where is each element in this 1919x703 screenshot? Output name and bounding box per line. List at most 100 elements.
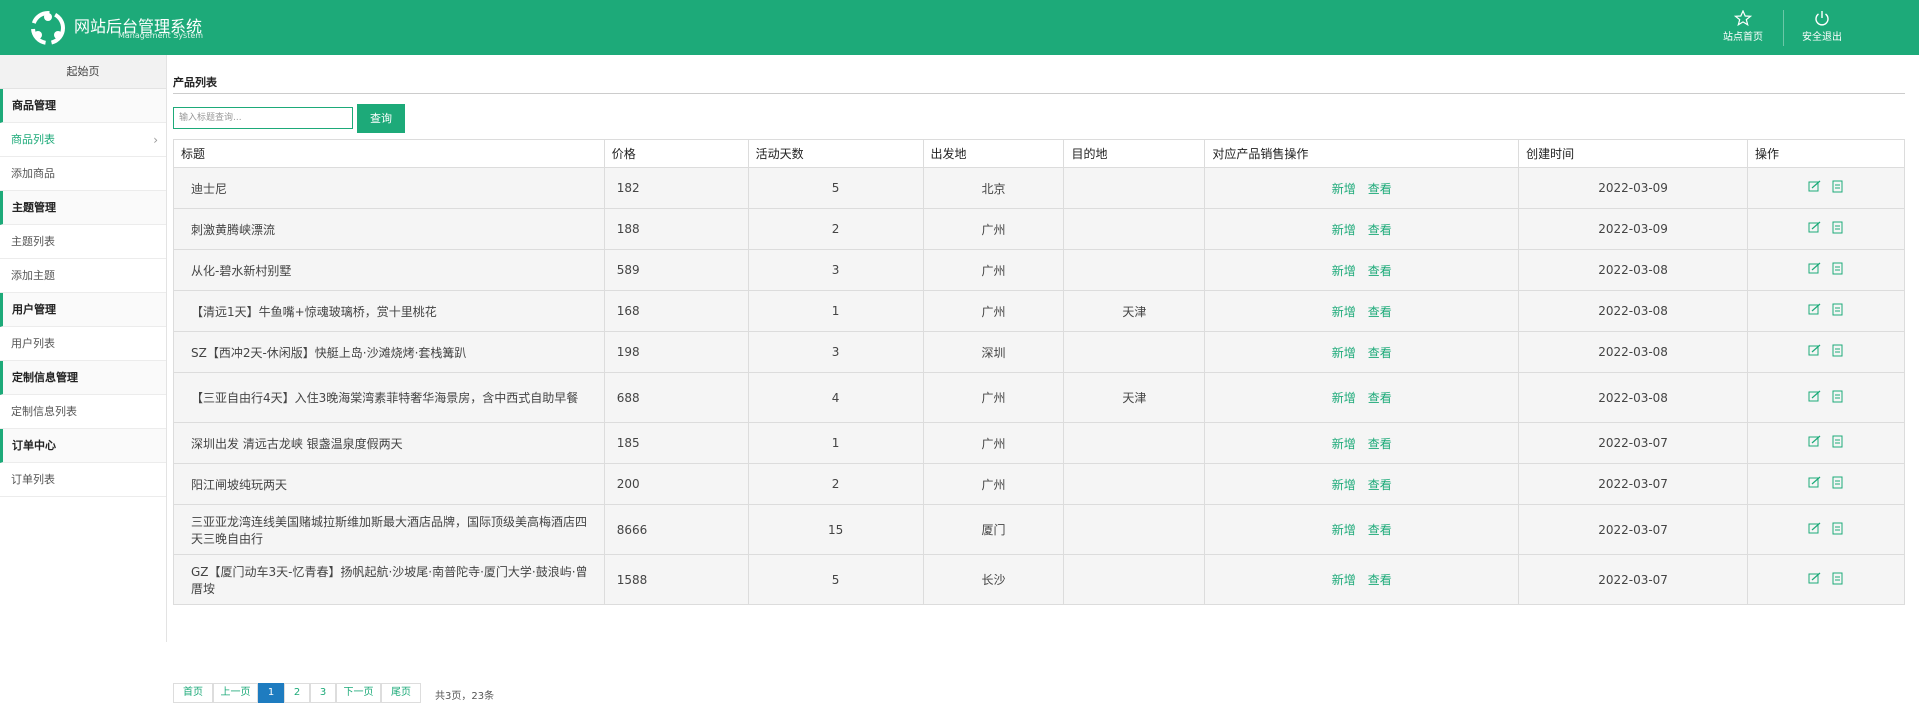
cell-sales-actions: 新增 查看 <box>1204 208 1520 250</box>
view-sale-link[interactable]: 查看 <box>1368 182 1392 196</box>
add-sale-link[interactable]: 新增 <box>1332 346 1356 360</box>
last-page-button[interactable]: 尾页 <box>381 683 421 703</box>
delete-icon[interactable] <box>1831 572 1844 588</box>
delete-icon[interactable] <box>1831 344 1844 360</box>
sidebar-item-user-list[interactable]: 用户列表 <box>0 327 166 361</box>
delete-icon[interactable] <box>1831 522 1844 538</box>
page-button[interactable]: 2 <box>284 683 310 703</box>
page-button[interactable]: 1 <box>258 683 284 703</box>
sidebar-item-add-theme[interactable]: 添加主题 <box>0 259 166 293</box>
top-header: 网站后台管理系统 Management System 站点首页 安全退出 <box>0 0 1919 55</box>
view-sale-link[interactable]: 查看 <box>1368 523 1392 537</box>
table-row: 从化-碧水新村别墅 589 3 广州 新增 查看 2022-03-08 <box>173 249 1905 291</box>
cell-days: 2 <box>747 463 924 505</box>
edit-icon[interactable] <box>1808 572 1821 588</box>
cell-sales-actions: 新增 查看 <box>1204 290 1520 332</box>
sidebar-group-users[interactable]: 用户管理 <box>0 293 166 327</box>
cell-destination <box>1063 504 1206 555</box>
search-button[interactable]: 查询 <box>357 104 405 133</box>
delete-icon[interactable] <box>1831 303 1844 319</box>
add-sale-link[interactable]: 新增 <box>1332 437 1356 451</box>
next-page-button[interactable]: 下一页 <box>336 683 381 703</box>
cell-sales-actions: 新增 查看 <box>1204 167 1520 209</box>
add-sale-link[interactable]: 新增 <box>1332 391 1356 405</box>
first-page-button[interactable]: 首页 <box>173 683 213 703</box>
sidebar-item-theme-list[interactable]: 主题列表 <box>0 225 166 259</box>
cell-destination: 天津 <box>1063 372 1206 423</box>
add-sale-link[interactable]: 新增 <box>1332 573 1356 587</box>
add-sale-link[interactable]: 新增 <box>1332 223 1356 237</box>
edit-icon[interactable] <box>1808 180 1821 196</box>
edit-icon[interactable] <box>1808 390 1821 406</box>
view-sale-link[interactable]: 查看 <box>1368 264 1392 278</box>
sidebar-item-product-list[interactable]: 商品列表 › <box>0 123 166 157</box>
delete-icon[interactable] <box>1831 180 1844 196</box>
cell-actions <box>1747 249 1905 291</box>
cell-departure: 广州 <box>922 290 1065 332</box>
column-header: 创建时间 <box>1518 139 1749 168</box>
add-sale-link[interactable]: 新增 <box>1332 182 1356 196</box>
cell-days: 15 <box>747 504 924 555</box>
view-sale-link[interactable]: 查看 <box>1368 478 1392 492</box>
cell-created: 2022-03-08 <box>1518 372 1749 423</box>
header-divider <box>1783 10 1784 46</box>
view-sale-link[interactable]: 查看 <box>1368 437 1392 451</box>
view-sale-link[interactable]: 查看 <box>1368 305 1392 319</box>
edit-icon[interactable] <box>1808 435 1821 451</box>
delete-icon[interactable] <box>1831 390 1844 406</box>
page-title: 产品列表 <box>173 76 217 89</box>
sidebar-group-custom-info[interactable]: 定制信息管理 <box>0 361 166 395</box>
delete-icon[interactable] <box>1831 476 1844 492</box>
cell-price: 8666 <box>603 504 749 555</box>
edit-icon[interactable] <box>1808 221 1821 237</box>
edit-icon[interactable] <box>1808 522 1821 538</box>
sidebar: 起始页 商品管理 商品列表 › 添加商品 主题管理 主题列表 添加主题 用户管理… <box>0 55 167 642</box>
add-sale-link[interactable]: 新增 <box>1332 478 1356 492</box>
delete-icon[interactable] <box>1831 435 1844 451</box>
cell-price: 188 <box>603 208 749 250</box>
edit-icon[interactable] <box>1808 344 1821 360</box>
delete-icon[interactable] <box>1831 221 1844 237</box>
cell-days: 3 <box>747 331 924 373</box>
page-button[interactable]: 3 <box>310 683 336 703</box>
edit-icon[interactable] <box>1808 476 1821 492</box>
table-row: 刺激黄腾峡漂流 188 2 广州 新增 查看 2022-03-09 <box>173 208 1905 250</box>
view-sale-link[interactable]: 查看 <box>1368 346 1392 360</box>
sidebar-group-themes[interactable]: 主题管理 <box>0 191 166 225</box>
add-sale-link[interactable]: 新增 <box>1332 305 1356 319</box>
view-sale-link[interactable]: 查看 <box>1368 223 1392 237</box>
column-header: 操作 <box>1747 139 1905 168</box>
table-row: SZ【西冲2天-休闲版】快艇上岛·沙滩烧烤·套栈篝趴 198 3 深圳 新增 查看 2022… <box>173 331 1905 373</box>
search-input[interactable]: 输入标题查询... <box>173 107 353 129</box>
cell-departure: 广州 <box>922 372 1065 423</box>
site-home-button[interactable]: 站点首页 <box>1708 10 1778 46</box>
view-sale-link[interactable]: 查看 <box>1368 573 1392 587</box>
cell-days: 1 <box>747 290 924 332</box>
cell-created: 2022-03-09 <box>1518 167 1749 209</box>
column-header: 价格 <box>603 139 749 168</box>
title-divider <box>173 93 1905 94</box>
sidebar-home[interactable]: 起始页 <box>0 55 166 89</box>
edit-icon[interactable] <box>1808 262 1821 278</box>
cell-sales-actions: 新增 查看 <box>1204 372 1520 423</box>
sidebar-item-add-product[interactable]: 添加商品 <box>0 157 166 191</box>
view-sale-link[interactable]: 查看 <box>1368 391 1392 405</box>
sidebar-group-orders[interactable]: 订单中心 <box>0 429 166 463</box>
column-header: 对应产品销售操作 <box>1204 139 1520 168</box>
prev-page-button[interactable]: 上一页 <box>213 683 258 703</box>
cell-actions <box>1747 372 1905 423</box>
edit-icon[interactable] <box>1808 303 1821 319</box>
sidebar-item-label: 商品列表 <box>11 133 55 146</box>
column-header: 出发地 <box>922 139 1065 168</box>
sidebar-item-order-list[interactable]: 订单列表 <box>0 463 166 497</box>
cell-actions <box>1747 331 1905 373</box>
cell-departure: 厦门 <box>922 504 1065 555</box>
add-sale-link[interactable]: 新增 <box>1332 523 1356 537</box>
delete-icon[interactable] <box>1831 262 1844 278</box>
add-sale-link[interactable]: 新增 <box>1332 264 1356 278</box>
sidebar-item-custom-info-list[interactable]: 定制信息列表 <box>0 395 166 429</box>
sidebar-group-products[interactable]: 商品管理 <box>0 89 166 123</box>
cell-created: 2022-03-09 <box>1518 208 1749 250</box>
logout-button[interactable]: 安全退出 <box>1787 10 1857 46</box>
logout-label: 安全退出 <box>1802 32 1842 43</box>
